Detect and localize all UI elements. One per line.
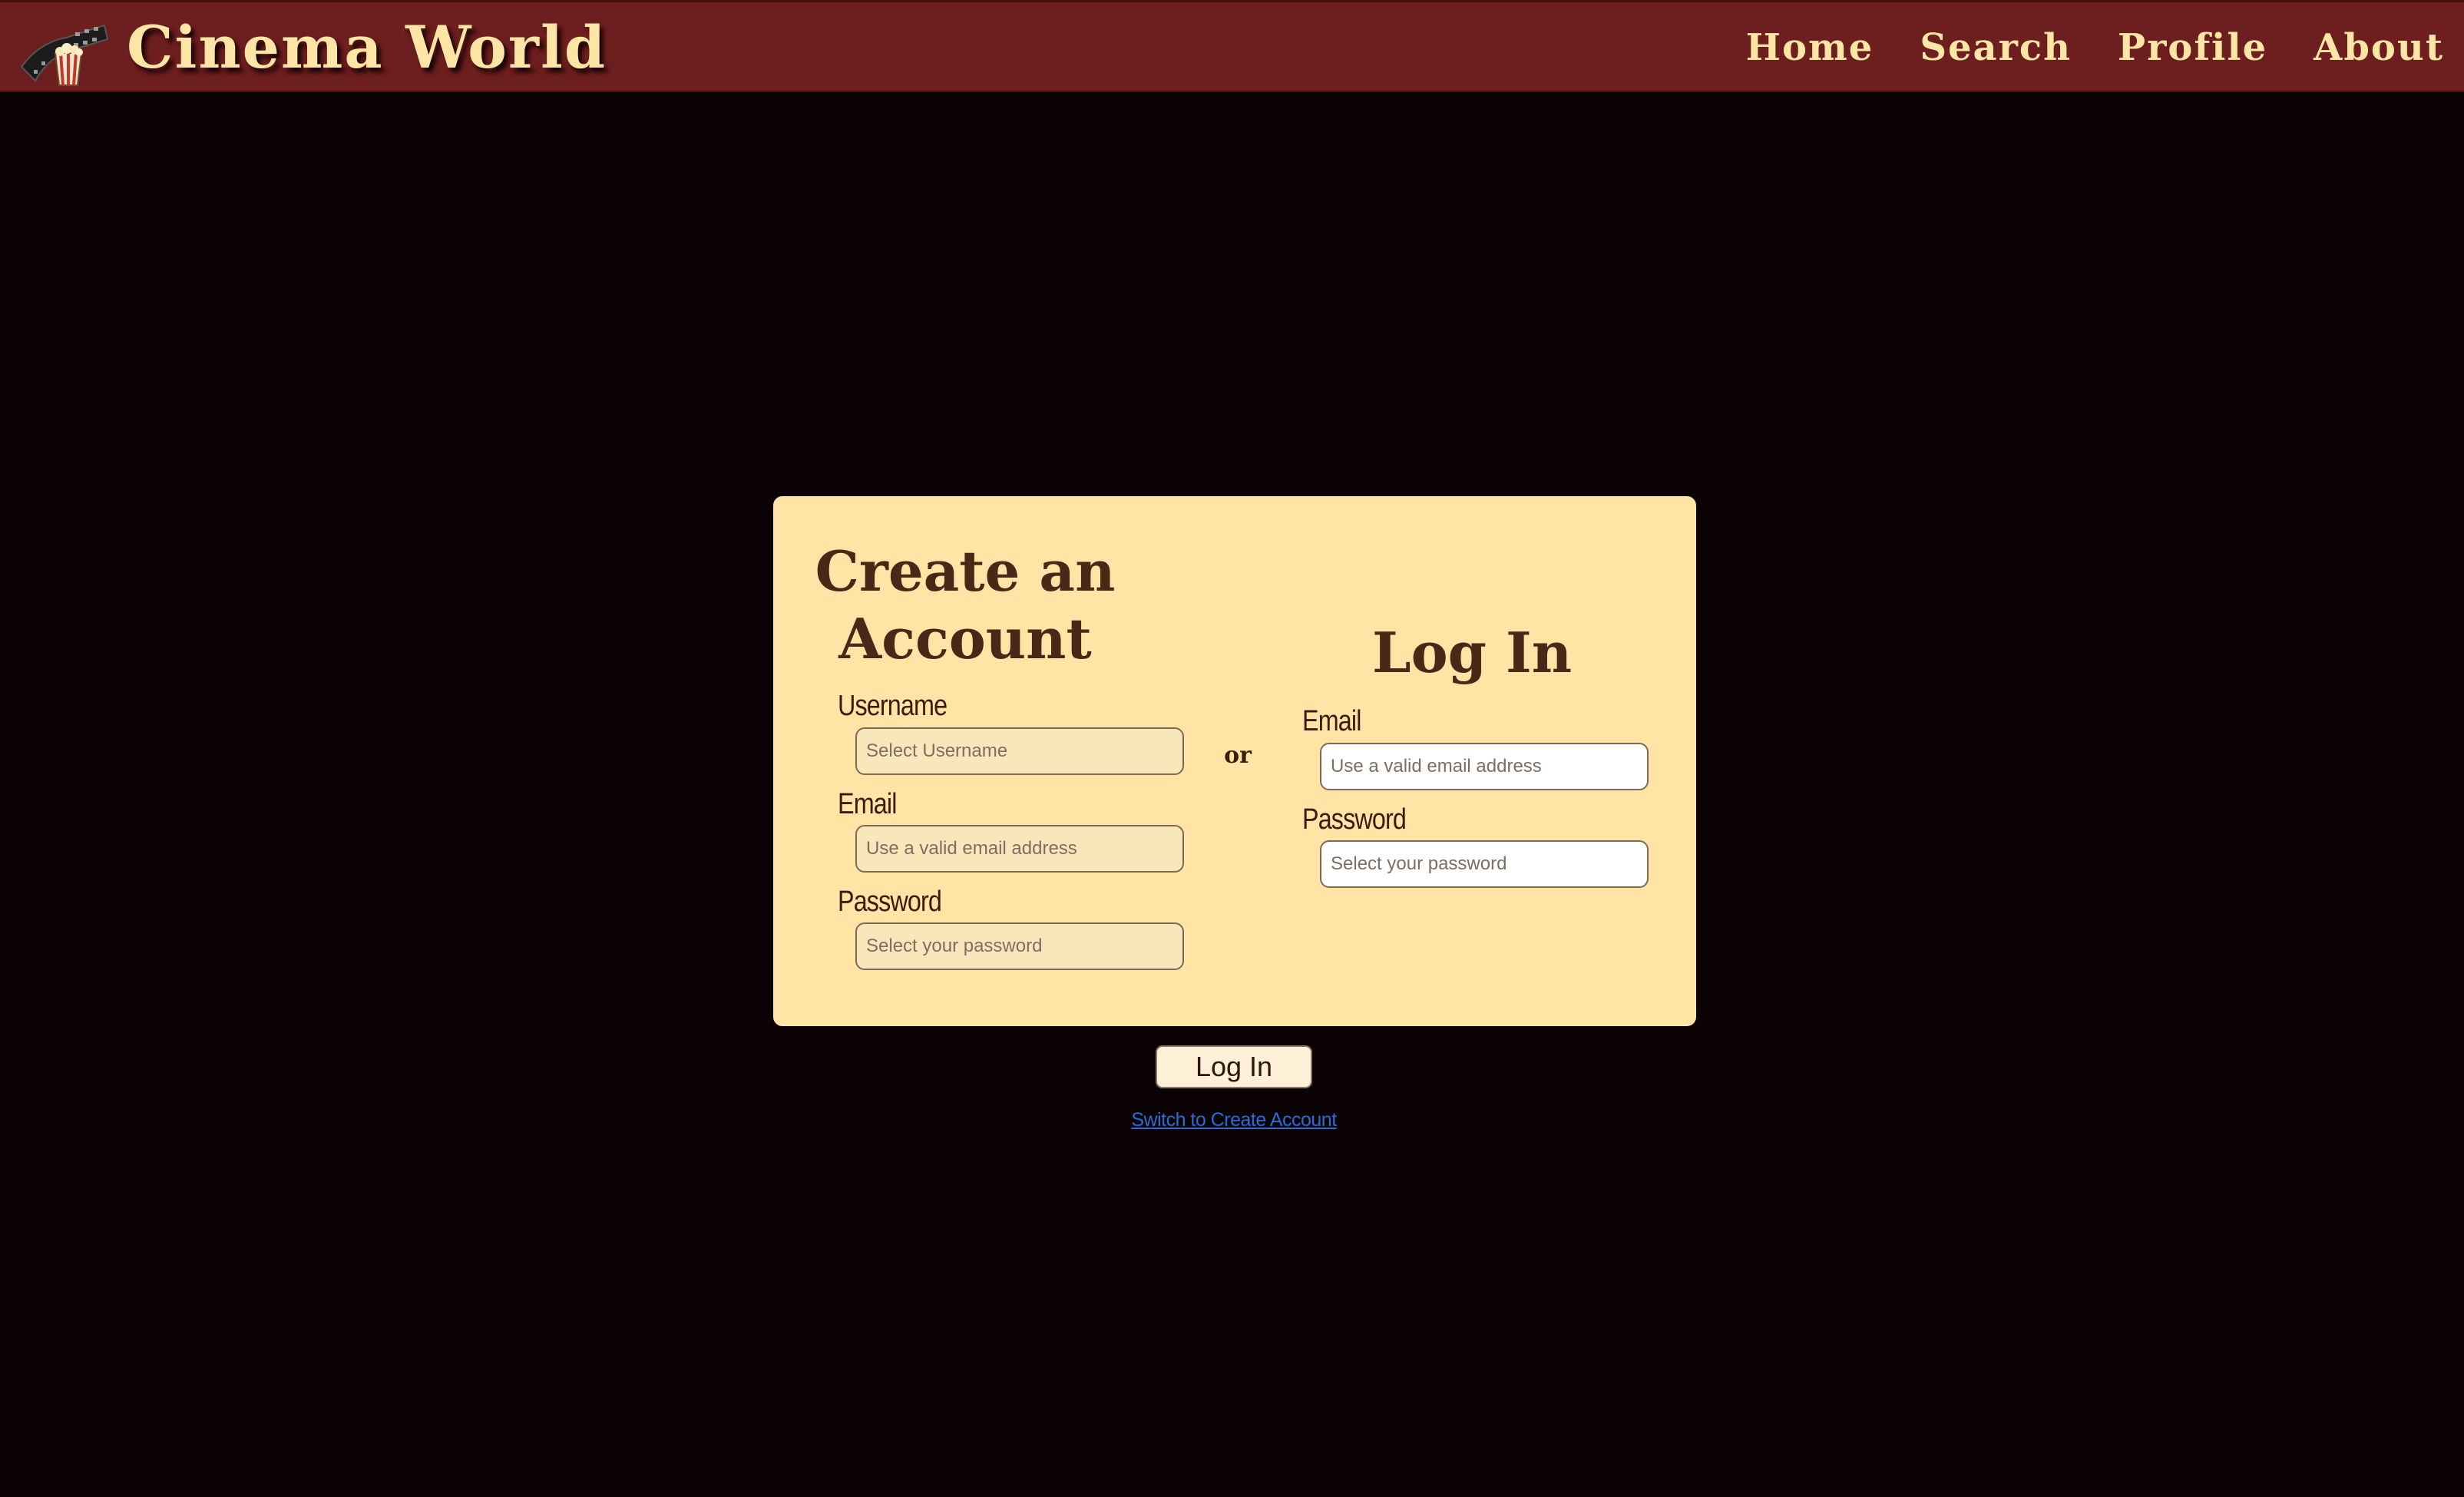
nav-profile-link[interactable]: Profile — [2118, 26, 2267, 69]
or-separator: or — [1224, 742, 1252, 769]
login-submit-button[interactable]: Log In — [1156, 1045, 1312, 1088]
film-reel-popcorn-icon[interactable] — [18, 19, 111, 87]
top-nav-bar: Cinema World Home Search Profile About — [0, 0, 2464, 92]
login-password-label: Password — [1302, 803, 1407, 836]
create-email-label: Email — [838, 788, 897, 820]
switch-to-create-account-link[interactable]: Switch to Create Account — [1075, 1109, 1393, 1131]
login-email-label: Email — [1302, 705, 1361, 737]
nav-about-link[interactable]: About — [2314, 26, 2444, 69]
login-email-input[interactable] — [1320, 743, 1649, 790]
nav-home-link[interactable]: Home — [1746, 26, 1874, 69]
create-password-label: Password — [838, 886, 942, 918]
create-password-input[interactable] — [855, 922, 1184, 970]
create-username-label: Username — [838, 690, 948, 722]
create-email-input[interactable] — [855, 825, 1184, 873]
nav-search-link[interactable]: Search — [1920, 26, 2072, 69]
site-title[interactable]: Cinema World — [127, 13, 607, 82]
create-account-title: Create an Account — [815, 538, 1116, 671]
login-password-input[interactable] — [1320, 840, 1649, 888]
main-nav: Home Search Profile About — [1746, 21, 2444, 75]
auth-card: Create an Account Username Email Passwor… — [773, 496, 1696, 1026]
create-username-input[interactable] — [855, 727, 1184, 775]
login-title: Log In — [1371, 620, 1573, 685]
